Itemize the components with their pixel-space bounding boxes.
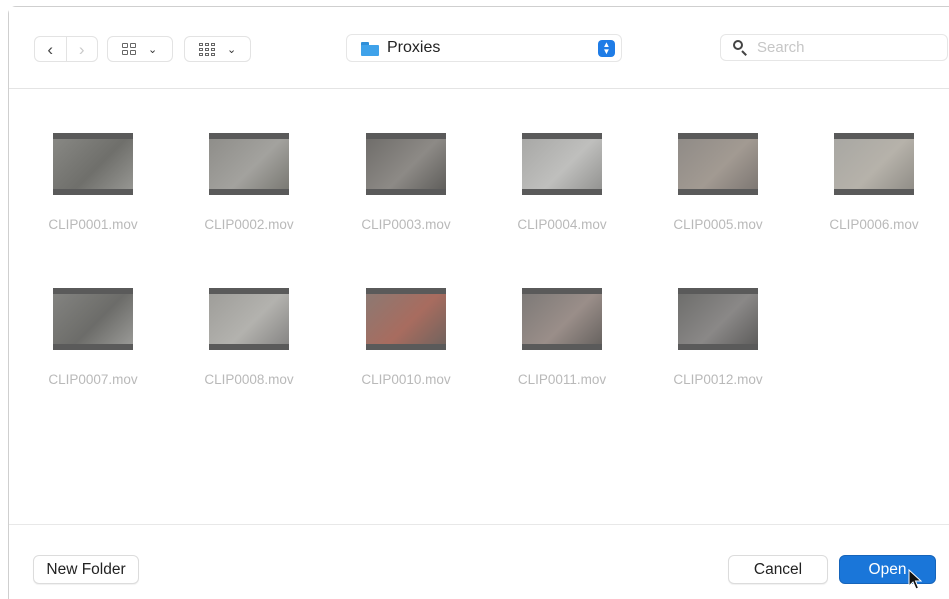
file-item[interactable]: CLIP0002.mov — [179, 133, 319, 232]
video-thumbnail — [522, 133, 602, 195]
file-name: CLIP0005.mov — [673, 217, 763, 232]
file-item[interactable]: CLIP0006.mov — [804, 133, 944, 232]
file-item[interactable]: CLIP0011.mov — [492, 288, 632, 387]
chevron-down-icon: ⌄ — [148, 43, 158, 56]
file-name: CLIP0011.mov — [517, 372, 607, 387]
toolbar: ‹ › ⌄ ⌄ Proxies ▲ ▼ — [9, 7, 949, 89]
search-icon — [733, 39, 749, 56]
video-thumbnail — [522, 288, 602, 350]
mouse-pointer-icon — [908, 569, 922, 590]
chevron-right-icon: › — [78, 39, 85, 59]
search-field[interactable] — [720, 34, 948, 61]
video-thumbnail — [366, 133, 446, 195]
file-item[interactable]: CLIP0010.mov — [336, 288, 476, 387]
file-name: CLIP0006.mov — [829, 217, 919, 232]
chevron-left-icon: ‹ — [47, 39, 54, 59]
cancel-button[interactable]: Cancel — [728, 555, 828, 584]
video-thumbnail — [678, 288, 758, 350]
group-grid-icon — [199, 42, 215, 56]
file-name: CLIP0002.mov — [204, 217, 294, 232]
video-thumbnail — [53, 133, 133, 195]
location-popup[interactable]: Proxies ▲ ▼ — [346, 34, 622, 62]
video-thumbnail — [678, 133, 758, 195]
video-thumbnail — [209, 288, 289, 350]
file-item[interactable]: CLIP0003.mov — [336, 133, 476, 232]
file-name: CLIP0012.mov — [673, 372, 763, 387]
file-item[interactable]: CLIP0005.mov — [648, 133, 788, 232]
file-item[interactable]: CLIP0008.mov — [179, 288, 319, 387]
file-name: CLIP0004.mov — [517, 217, 607, 232]
group-mode-button[interactable]: ⌄ — [184, 36, 251, 62]
view-mode-button[interactable]: ⌄ — [107, 36, 173, 62]
file-item[interactable]: CLIP0012.mov — [648, 288, 788, 387]
location-label: Proxies — [387, 39, 441, 56]
file-item[interactable]: CLIP0001.mov — [23, 133, 163, 232]
icon-grid-icon — [122, 43, 136, 55]
folder-icon — [361, 41, 379, 56]
file-name: CLIP0010.mov — [361, 372, 451, 387]
forward-button[interactable]: › — [65, 37, 98, 61]
file-name: CLIP0008.mov — [204, 372, 294, 387]
video-thumbnail — [53, 288, 133, 350]
up-down-stepper-icon: ▲ ▼ — [598, 39, 615, 57]
chevron-down-icon: ⌄ — [227, 43, 237, 56]
new-folder-button[interactable]: New Folder — [33, 555, 139, 584]
back-button[interactable]: ‹ — [35, 37, 66, 61]
file-grid: CLIP0001.mov CLIP0002.mov CLIP0003.mov CLIP… — [9, 89, 949, 523]
search-input[interactable] — [755, 38, 919, 57]
file-name: CLIP0001.mov — [48, 217, 138, 232]
video-thumbnail — [366, 288, 446, 350]
file-item[interactable]: CLIP0004.mov — [492, 133, 632, 232]
dialog-footer: New Folder Cancel Open — [9, 524, 949, 599]
video-thumbnail — [834, 133, 914, 195]
file-name: CLIP0007.mov — [48, 372, 138, 387]
file-item[interactable]: CLIP0007.mov — [23, 288, 163, 387]
navigation-buttons: ‹ › — [34, 36, 98, 62]
open-file-dialog: ‹ › ⌄ ⌄ Proxies ▲▼ CLIP0001.mov CLIP0002.… — [8, 6, 949, 599]
file-name: CLIP0003.mov — [361, 217, 451, 232]
video-thumbnail — [209, 133, 289, 195]
